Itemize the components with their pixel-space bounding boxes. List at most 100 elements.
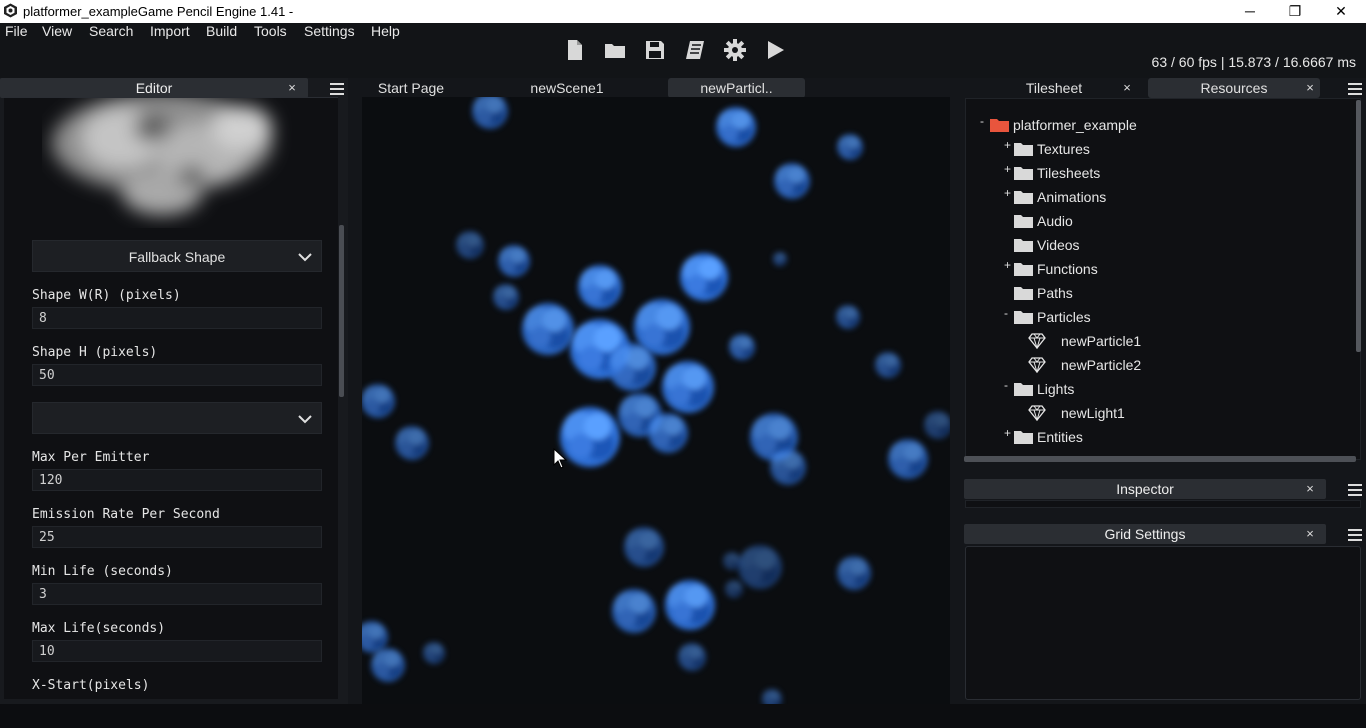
tree-toggle[interactable]: + [1004,422,1011,444]
particle-blob-part [542,308,567,332]
particle-blob [716,107,756,147]
particle-blob [774,163,810,199]
tree-toggle[interactable]: + [1004,158,1011,180]
new-file-icon[interactable] [564,39,586,61]
particle-blob-part [850,559,866,575]
max-per-emitter-label: Max Per Emitter [32,450,150,465]
maximize-button[interactable]: ❐ [1272,0,1318,23]
tilesheet-close-button[interactable]: × [1119,78,1135,98]
max-per-emitter-input[interactable]: 120 [32,469,322,491]
menu-import[interactable]: Import [150,23,190,41]
particle-blob-part [408,429,424,445]
particle-blob [738,545,782,589]
editor-scrollbar[interactable] [339,225,344,397]
resources-vertical-scrollbar[interactable] [1356,100,1361,352]
tab-newscene1[interactable]: newScene1 [512,78,622,98]
max-life-input[interactable]: 10 [32,640,322,662]
tree-toggle[interactable]: - [980,110,984,132]
particle-blob [522,303,574,355]
inspector-menu-icon[interactable] [1348,484,1362,496]
tab-newparticle[interactable]: newParticl.. [668,78,805,98]
play-icon[interactable] [764,39,786,61]
particle-blob-part [775,258,781,264]
editor-body: Fallback Shape Shape W(R) (pixels) 8 Sha… [4,97,338,699]
grid-settings-title: Grid Settings [1104,526,1186,542]
title-bar: platformer_exampleGame Pencil Engine 1.4… [0,0,1366,23]
particle-blob-part [739,336,752,349]
resources-horizontal-scrollbar[interactable] [964,456,1356,462]
particle-blob-part [635,397,656,418]
tree-item-label: Particles [1037,309,1091,325]
particle-blob-part [569,434,593,458]
resources-menu-icon[interactable] [1348,83,1362,95]
particle-blob-part [579,346,603,370]
particle-blob-part [502,259,516,273]
particle-gem-icon [1028,357,1046,373]
tree-item-label: Lights [1037,381,1075,397]
emission-rate-input[interactable]: 25 [32,526,322,548]
particle-preview-viewport[interactable] [362,97,950,704]
shape-type-dropdown[interactable] [32,402,322,434]
tree-item-label: newLight1 [1061,405,1125,421]
tree-toggle[interactable]: + [1004,134,1011,156]
grid-settings-body [965,546,1361,700]
folder-icon [1014,191,1033,204]
folder-icon [1014,167,1033,180]
particle-blob-part [630,545,646,561]
open-folder-icon[interactable] [604,39,626,61]
tab-tilesheet[interactable]: Tilesheet [994,78,1114,98]
resources-close-button[interactable]: × [1302,78,1318,98]
particle-blob-part [624,412,643,431]
close-window-button[interactable]: ✕ [1318,0,1364,23]
particle-blob [371,648,405,682]
particle-blob-part [654,431,670,447]
grid-settings-menu-icon[interactable] [1348,529,1362,541]
tree-toggle[interactable]: - [1004,302,1008,324]
tree-item-label: Audio [1037,213,1073,229]
menu-view[interactable]: View [42,23,72,41]
tree-toggle[interactable]: + [1004,182,1011,204]
min-life-input[interactable]: 3 [32,583,322,605]
particle-blob-part [656,304,682,330]
chevron-down-icon [298,253,312,262]
tab-resources-label: Resources [1200,80,1268,96]
shape-width-input[interactable]: 8 [32,307,322,329]
fps-readout: 63 / 60 fps | 15.873 / 16.6667 ms [1151,54,1356,70]
particle-blob-part [727,588,735,596]
particle-blob-part [384,651,400,667]
tree-item-label: Animations [1037,189,1107,205]
tree-toggle[interactable]: - [1004,374,1008,396]
particle-blob-part [784,452,801,469]
particle-blob-part [629,593,650,614]
grid-settings-close-button[interactable]: × [1302,524,1318,544]
save-icon[interactable] [644,39,666,61]
chevron-down-icon [298,415,312,424]
tab-start-page[interactable]: Start Page [356,78,466,98]
minimize-button[interactable]: ─ [1227,0,1273,23]
editor-menu-icon[interactable] [330,83,344,95]
particle-blob-part [770,691,779,700]
tab-resources[interactable]: Resources × [1148,78,1320,98]
particle-blob-part [664,417,682,435]
docs-book-icon[interactable] [684,39,706,61]
shape-height-input[interactable]: 50 [32,364,322,386]
resources-tree: - platformer_example + Textures + Tilesheet… [965,98,1361,460]
tree-toggle[interactable]: + [1004,254,1011,276]
menu-file[interactable]: File [5,23,28,41]
folder-icon [1014,143,1033,156]
editor-close-button[interactable]: × [284,78,300,98]
inspector-close-button[interactable]: × [1302,479,1318,499]
light-gem-icon [1028,405,1046,421]
particle-blob-part [467,233,480,247]
fallback-shape-dropdown[interactable]: Fallback Shape [32,240,322,272]
particle-blob-part [788,166,805,183]
menu-tools[interactable]: Tools [254,23,287,41]
menu-build[interactable]: Build [206,23,237,41]
menu-search[interactable]: Search [89,23,133,41]
menu-help[interactable]: Help [371,23,400,41]
inspector-title: Inspector [1116,481,1174,497]
settings-gear-icon[interactable] [724,39,746,61]
menu-settings[interactable]: Settings [304,23,355,41]
particle-shape-preview [52,98,272,215]
particle-blob-part [640,531,658,549]
